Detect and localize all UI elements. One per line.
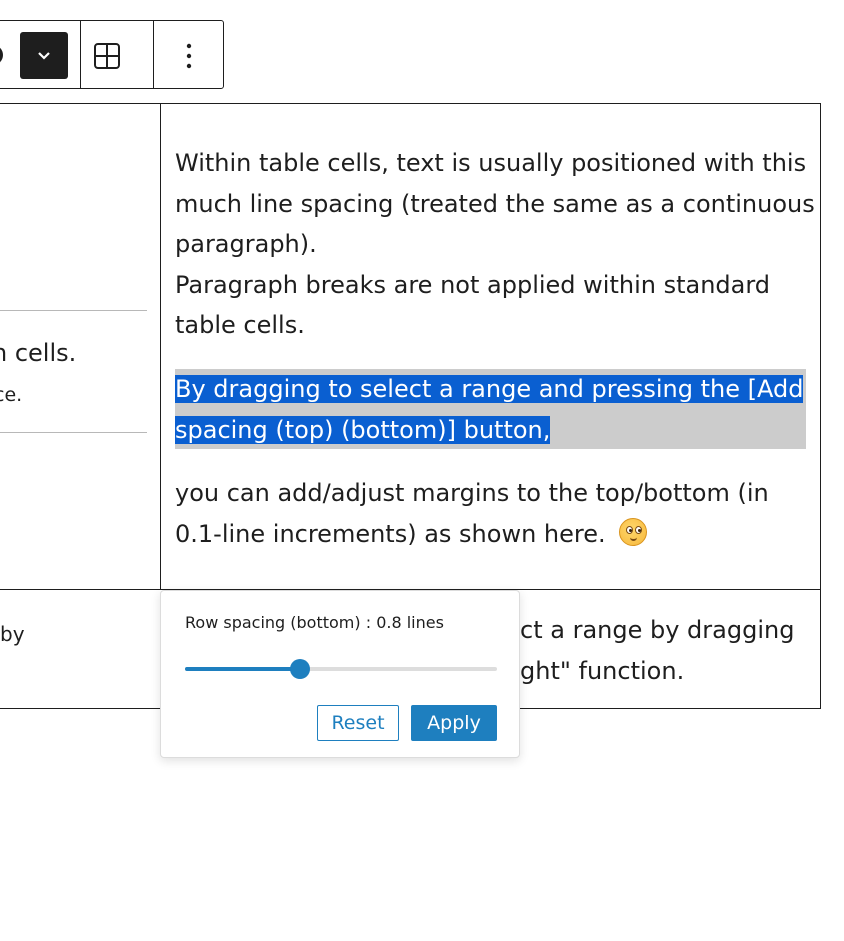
cell-paragraph[interactable]: Within table cells, text is usually posi… — [175, 143, 815, 346]
table-button[interactable] — [82, 33, 132, 79]
block-toolbar — [0, 20, 224, 89]
bottom-right-line: ght" function. — [520, 656, 685, 685]
paragraph-line: Paragraph breaks are not applied within … — [175, 270, 771, 299]
table-top-border — [0, 103, 821, 104]
align-icon[interactable] — [0, 45, 3, 65]
toolbar-separator — [153, 21, 154, 88]
paragraph-line: table cells. — [175, 311, 305, 339]
row-spacing-label: Row spacing (bottom) : 0.8 lines — [185, 613, 444, 632]
editor-canvas: n cells. ce. Within table cells, text is… — [0, 0, 844, 941]
dropdown-button[interactable] — [20, 32, 68, 79]
toolbar-separator — [80, 21, 81, 88]
row-spacing-slider[interactable] — [185, 659, 497, 679]
paragraph-line-with-emoji: 0.1-line increments) as shown here. — [175, 514, 815, 555]
cell-paragraph[interactable]: you can add/adjust margins to the top/bo… — [175, 473, 815, 554]
paragraph-line: 0.1-line increments) as shown here. — [175, 519, 606, 548]
slider-fill — [185, 667, 301, 671]
selected-line: By dragging to select a range and pressi… — [175, 375, 804, 403]
table-grid-icon — [94, 43, 120, 69]
table-column-divider — [160, 103, 161, 590]
bottom-right-line: ct a range by dragging — [520, 616, 795, 644]
paragraph-line: paragraph). — [175, 230, 317, 258]
bottom-right-cell-text: ct a range by dragging ght" function. — [520, 610, 794, 691]
reset-button[interactable]: Reset — [317, 705, 399, 741]
bottom-left-fragment: by — [0, 622, 25, 646]
left-cell-small-text: ce. — [0, 382, 22, 408]
selected-text[interactable]: By dragging to select a range and pressi… — [175, 369, 806, 450]
smiling-face-emoji-icon — [619, 517, 648, 546]
selected-line: spacing (top) (bottom)] button, — [175, 415, 551, 444]
row-spacing-popover: Row spacing (bottom) : 0.8 lines Reset A… — [160, 590, 520, 758]
table-right-border — [820, 103, 821, 709]
left-cell-separator — [0, 432, 147, 433]
chevron-down-icon — [38, 51, 50, 60]
paragraph-line: you can add/adjust margins to the top/bo… — [175, 479, 769, 507]
more-options-button[interactable] — [161, 33, 217, 79]
more-vertical-icon — [186, 43, 192, 69]
left-cell-line: ce. — [0, 384, 23, 406]
paragraph-line: much line spacing (treated the same as a… — [175, 189, 815, 218]
bottom-left-cell-text: by — [0, 620, 25, 648]
left-cell-separator — [0, 310, 147, 311]
apply-button[interactable]: Apply — [411, 705, 497, 741]
left-cell-text: n cells. — [0, 337, 76, 369]
paragraph-line: Within table cells, text is usually posi… — [175, 149, 807, 177]
left-cell-line: n cells. — [0, 339, 77, 367]
slider-thumb[interactable] — [290, 659, 311, 679]
